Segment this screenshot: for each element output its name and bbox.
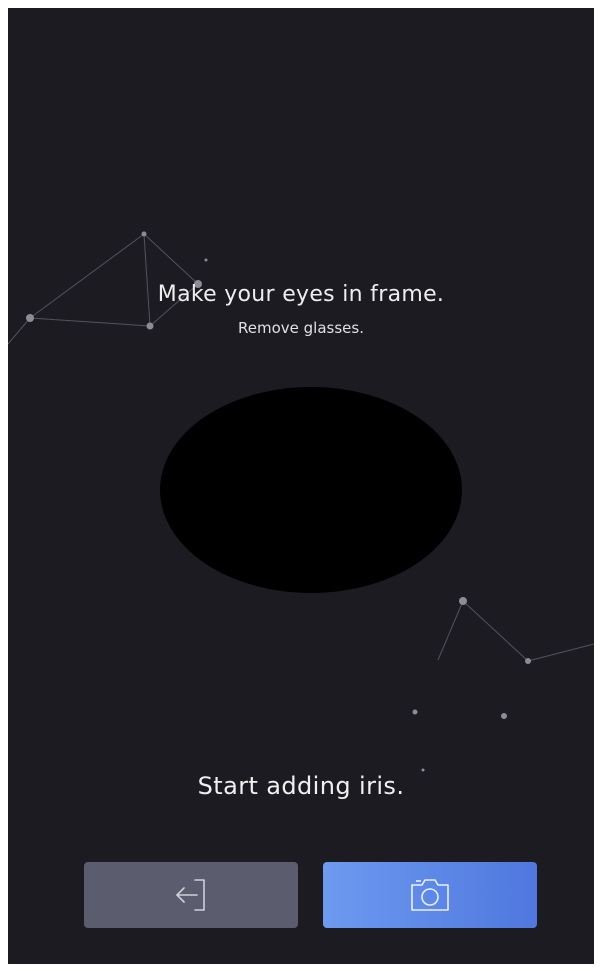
instruction-subtitle: Remove glasses. <box>238 319 364 337</box>
iris-enrollment-screen: Make your eyes in frame. Remove glasses.… <box>8 8 594 964</box>
instruction-title: Make your eyes in frame. <box>157 282 445 307</box>
status-text: Start adding iris. <box>197 772 405 800</box>
capture-button[interactable] <box>323 862 537 928</box>
back-button[interactable] <box>84 862 298 928</box>
iris-capture-frame <box>160 387 462 593</box>
exit-icon <box>171 877 211 913</box>
camera-icon <box>408 876 452 914</box>
